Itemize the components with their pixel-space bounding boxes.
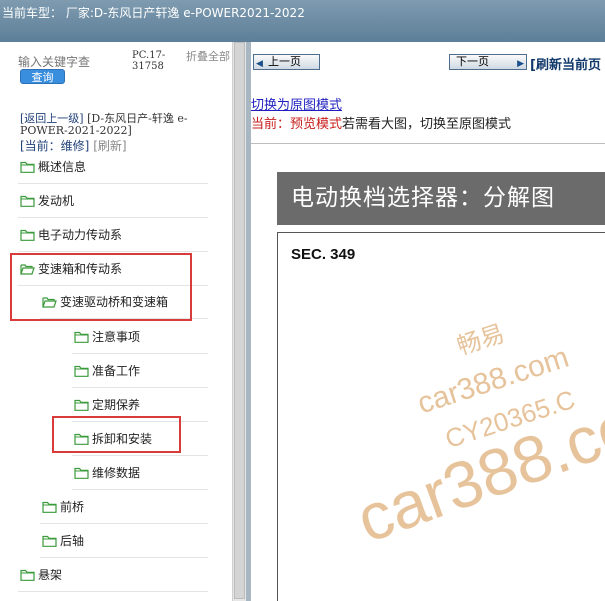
folder-icon bbox=[20, 566, 35, 588]
tree-row-divider bbox=[18, 251, 208, 252]
tree-row-divider bbox=[72, 387, 208, 388]
diagram-image[interactable]: SEC. 349 bbox=[277, 232, 605, 601]
folder-icon bbox=[74, 396, 89, 418]
breadcrumb: [返回上一级] [D-东风日产-轩逸 e-POWER-2021-2022] bbox=[20, 113, 230, 137]
tree-row-divider bbox=[18, 591, 208, 592]
tree-row-divider bbox=[72, 353, 208, 354]
sidebar-scrollbar[interactable] bbox=[232, 42, 246, 601]
tree-item-rear-axle[interactable]: 后轴 bbox=[42, 530, 84, 552]
folder-icon bbox=[42, 532, 57, 554]
tree-row-divider bbox=[72, 455, 208, 456]
current-label: [当前：维修] bbox=[20, 139, 90, 153]
arrow-right-icon: ▶ bbox=[517, 59, 524, 69]
tree-item-electric-powertrain[interactable]: 电子动力传动系 bbox=[20, 224, 122, 246]
tree-item-label: 悬架 bbox=[38, 568, 63, 582]
folder-icon bbox=[74, 362, 89, 384]
folder-icon bbox=[20, 192, 35, 214]
tree-item-label: 发动机 bbox=[38, 194, 75, 208]
refresh-link[interactable]: [刷新] bbox=[93, 139, 126, 153]
highlight-box-transmission bbox=[10, 253, 192, 321]
folder-icon bbox=[74, 328, 89, 350]
code-label: PC.17-31758 bbox=[132, 50, 166, 72]
diagram-title: 电动换档选择器：分解图 bbox=[277, 172, 605, 225]
window-title-bar: 当前车型： 厂家:D-东风日产轩逸 e-POWER2021-2022 bbox=[0, 0, 605, 42]
arrow-left-icon: ◀ bbox=[256, 59, 263, 69]
next-page-label: 下一页 bbox=[456, 55, 489, 68]
tree-item-overview[interactable]: 概述信息 bbox=[20, 156, 86, 178]
tree-row-divider bbox=[18, 183, 208, 184]
tree-row-divider bbox=[72, 489, 208, 490]
current-mode-text: 当前：预览模式若需看大图，切换至原图模式 bbox=[251, 113, 511, 132]
window-title: 当前车型： 厂家:D-东风日产轩逸 e-POWER2021-2022 bbox=[2, 6, 305, 20]
tree-item-label: 注意事项 bbox=[92, 330, 141, 344]
folder-icon bbox=[74, 464, 89, 486]
tree-item-label: 前桥 bbox=[60, 500, 85, 514]
tree-item-engine[interactable]: 发动机 bbox=[20, 190, 74, 212]
tree-item-suspension[interactable]: 悬架 bbox=[20, 564, 62, 586]
tree-item-precautions[interactable]: 注意事项 bbox=[74, 326, 140, 348]
tree-item-preparation[interactable]: 准备工作 bbox=[74, 360, 140, 382]
highlight-box-removal bbox=[52, 416, 181, 453]
tree-item-label: 概述信息 bbox=[38, 160, 87, 174]
section-number: SEC. 349 bbox=[291, 246, 356, 263]
current-mode-prefix: 当前：预览模式 bbox=[251, 117, 343, 132]
current-mode-suffix: 若需看大图，切换至原图模式 bbox=[342, 117, 512, 132]
tree-row-divider bbox=[40, 523, 208, 524]
tree-item-label: 准备工作 bbox=[92, 364, 141, 378]
scrollbar-thumb[interactable] bbox=[234, 42, 245, 599]
tree-item-periodic-maintenance[interactable]: 定期保养 bbox=[74, 394, 140, 416]
folder-icon bbox=[42, 498, 57, 520]
tree-item-service-data[interactable]: 维修数据 bbox=[74, 462, 140, 484]
sidebar: 查询 PC.17-31758 折叠全部 [返回上一级] [D-东风日产-轩逸 e… bbox=[0, 42, 232, 601]
prev-page-button[interactable]: ◀ 上一页 bbox=[253, 54, 320, 70]
tree-item-label: 定期保养 bbox=[92, 398, 141, 412]
tree-item-front-axle[interactable]: 前桥 bbox=[42, 496, 84, 518]
refresh-page-link[interactable]: [刷新当前页 bbox=[530, 54, 601, 73]
prev-page-label: 上一页 bbox=[268, 55, 301, 68]
collapse-all-link[interactable]: 折叠全部 bbox=[186, 51, 230, 63]
tree-item-label: 后轴 bbox=[60, 534, 85, 548]
tree-item-label: 维修数据 bbox=[92, 466, 141, 480]
switch-original-mode-link[interactable]: 切换为原图模式 bbox=[251, 94, 342, 113]
next-page-button[interactable]: 下一页 ▶ bbox=[449, 54, 527, 70]
tree-row-divider bbox=[18, 217, 208, 218]
main-content: ◀ 上一页 下一页 ▶ [刷新当前页 切换为原图模式 当前：预览模式若需看大图，… bbox=[251, 42, 605, 601]
page-toolbar: ◀ 上一页 下一页 ▶ [刷新当前页 bbox=[251, 42, 605, 82]
tree-item-label: 电子动力传动系 bbox=[38, 228, 123, 242]
divider bbox=[251, 143, 605, 144]
folder-icon bbox=[20, 226, 35, 248]
current-location: [当前：维修] [刷新] bbox=[20, 137, 127, 154]
folder-icon bbox=[20, 158, 35, 180]
tree-row-divider bbox=[40, 557, 208, 558]
search-input[interactable] bbox=[18, 54, 126, 70]
search-button[interactable]: 查询 bbox=[20, 69, 65, 84]
